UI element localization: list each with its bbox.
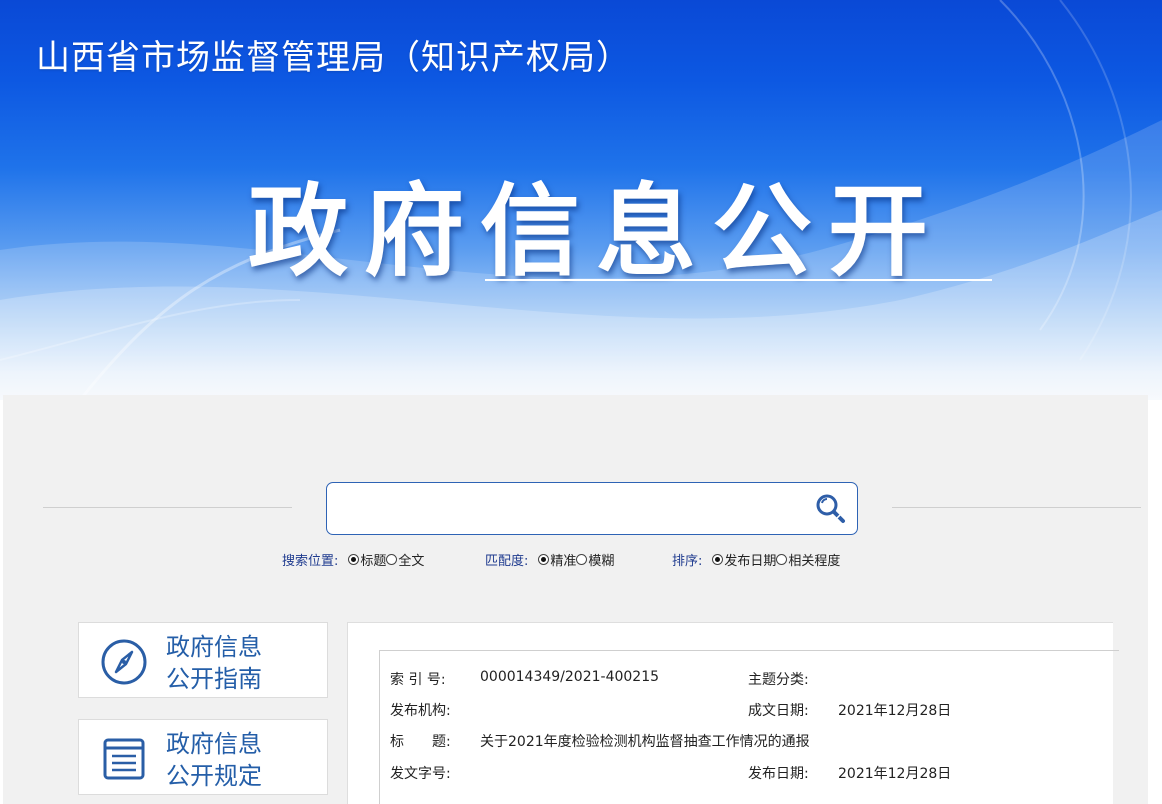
sidebar-item-line1: 政府信息	[166, 633, 262, 661]
content-area: 搜索位置: 标题 全文 匹配度: 精准 模糊 排序: 发布日期 相关程度 政府信…	[3, 395, 1148, 804]
doc-number-label: 发文字号:	[390, 766, 451, 782]
divider-left	[43, 507, 292, 508]
index-value: 000014349/2021-400215	[480, 669, 660, 685]
option-group-match: 匹配度: 精准 模糊	[485, 550, 614, 569]
radio-dot	[712, 554, 724, 565]
radio-label: 全文	[398, 554, 425, 569]
search-box	[326, 482, 858, 535]
info-row-publisher: 发布机构: 成文日期: 2021年12月28日	[380, 700, 1120, 722]
title-value: 关于2021年度检验检测机构监督抽查工作情况的通报	[480, 734, 810, 750]
info-row-title: 标 题: 关于2021年度检验检测机构监督抽查工作情况的通报	[380, 731, 1120, 753]
index-label: 索 引 号:	[390, 672, 446, 688]
sidebar-item-line2: 公开规定	[166, 762, 262, 790]
radio-dot	[538, 554, 550, 565]
radio-dot	[776, 554, 788, 565]
search-icon	[816, 494, 845, 523]
search-options: 搜索位置: 标题 全文 匹配度: 精准 模糊 排序: 发布日期 相关程度	[3, 550, 1148, 570]
sidebar-item-line2: 公开指南	[166, 665, 262, 693]
radio-dot	[386, 554, 398, 565]
page-hero-title: 政府信息公开	[248, 173, 944, 290]
radio-title[interactable]: 标题	[348, 550, 386, 569]
radio-fuzzy[interactable]: 模糊	[576, 550, 614, 569]
radio-dot	[348, 554, 360, 565]
publisher-label: 发布机构:	[390, 703, 451, 719]
radio-label: 发布日期	[724, 554, 777, 569]
info-row-index: 索 引 号: 000014349/2021-400215 主题分类:	[380, 669, 1120, 691]
radio-fulltext[interactable]: 全文	[386, 550, 424, 569]
option-label-match: 匹配度:	[485, 554, 529, 569]
topic-label: 主题分类:	[748, 672, 809, 688]
option-group-position: 搜索位置: 标题 全文	[282, 550, 424, 569]
title-label: 标 题:	[390, 734, 451, 750]
site-title: 山西省市场监督管理局（知识产权局）	[36, 38, 631, 78]
radio-label: 精准	[550, 554, 577, 569]
radio-label: 标题	[360, 554, 387, 569]
sidebar-item-disclosure-rules[interactable]: 政府信息 公开规定	[78, 719, 328, 795]
radio-dot	[576, 554, 588, 565]
header-banner: 山西省市场监督管理局（知识产权局） 政府信息公开	[0, 0, 1162, 400]
sidebar-item-disclosure-guide[interactable]: 政府信息 公开指南	[78, 622, 328, 698]
document-list-icon	[103, 738, 145, 780]
info-row-doc-number: 发文字号: 发布日期: 2021年12月28日	[380, 763, 1120, 785]
radio-relevance[interactable]: 相关程度	[776, 550, 840, 569]
option-group-sort: 排序: 发布日期 相关程度	[672, 550, 840, 569]
divider-right	[892, 507, 1141, 508]
search-input[interactable]	[337, 491, 807, 527]
written-date-label: 成文日期:	[748, 703, 809, 719]
hero-underline	[485, 279, 992, 281]
compass-icon	[101, 639, 147, 685]
option-label-position: 搜索位置:	[282, 554, 339, 569]
search-button[interactable]	[813, 491, 849, 527]
sidebar-item-label: 政府信息 公开规定	[166, 728, 262, 792]
document-info-table: 索 引 号: 000014349/2021-400215 主题分类: 发布机构:…	[379, 650, 1119, 804]
radio-label: 模糊	[588, 554, 615, 569]
option-label-sort: 排序:	[672, 554, 703, 569]
document-info-panel: 索 引 号: 000014349/2021-400215 主题分类: 发布机构:…	[347, 622, 1119, 804]
publish-date-label: 发布日期:	[748, 766, 809, 782]
sidebar-item-line1: 政府信息	[166, 730, 262, 758]
written-date-value: 2021年12月28日	[838, 703, 952, 719]
radio-publish-date[interactable]: 发布日期	[712, 550, 776, 569]
sidebar-item-label: 政府信息 公开指南	[166, 631, 262, 695]
radio-exact[interactable]: 精准	[538, 550, 576, 569]
radio-label: 相关程度	[788, 554, 841, 569]
publish-date-value: 2021年12月28日	[838, 766, 952, 782]
